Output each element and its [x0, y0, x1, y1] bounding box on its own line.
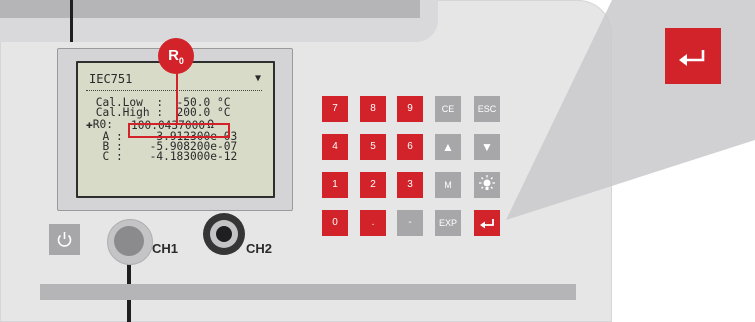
bottom-rail	[40, 284, 576, 300]
key-dot[interactable]: .	[360, 210, 386, 236]
r0-highlight-box	[128, 123, 230, 138]
key-enter[interactable]	[474, 210, 500, 236]
key-m[interactable]: M	[435, 172, 461, 198]
lcd-line-cal-high: Cal.High : 200.0 °C	[89, 106, 231, 119]
enter-icon	[480, 219, 494, 229]
top-rail	[0, 0, 420, 18]
light-icon	[479, 175, 495, 190]
lcd-line-c: C : -4.183000e-12	[89, 150, 238, 163]
key-0[interactable]: 0	[322, 210, 348, 236]
key-7[interactable]: 7	[322, 96, 348, 122]
key-6[interactable]: 6	[397, 134, 423, 160]
enter-callout-icon	[665, 28, 721, 84]
lcd-separator	[86, 90, 262, 91]
key-3[interactable]: 3	[397, 172, 423, 198]
power-button[interactable]	[49, 224, 80, 255]
key-1[interactable]: 1	[322, 172, 348, 198]
ch1-socket	[114, 226, 144, 256]
key-ce[interactable]: CE	[435, 96, 461, 122]
ch1-label: CH1	[152, 241, 179, 256]
key-backlight[interactable]	[474, 172, 500, 198]
lcd-title: IEC751	[89, 72, 133, 86]
ch2-label: CH2	[246, 241, 273, 256]
key-2[interactable]: 2	[360, 172, 386, 198]
r0-badge: R0	[158, 38, 194, 74]
power-icon	[57, 232, 72, 247]
r0-leader-line	[176, 72, 178, 123]
key-up[interactable]: ▲	[435, 134, 461, 160]
key-5[interactable]: 5	[360, 134, 386, 160]
key-esc[interactable]: ESC	[474, 96, 500, 122]
lock-icon: ▼	[255, 73, 262, 84]
ch2-socket	[216, 226, 232, 242]
key-8[interactable]: 8	[360, 96, 386, 122]
key-9[interactable]: 9	[397, 96, 423, 122]
key-down[interactable]: ▼	[474, 134, 500, 160]
key-minus[interactable]: -	[397, 210, 423, 236]
key-exp[interactable]: EXP	[435, 210, 461, 236]
key-4[interactable]: 4	[322, 134, 348, 160]
top-cable	[70, 0, 73, 42]
